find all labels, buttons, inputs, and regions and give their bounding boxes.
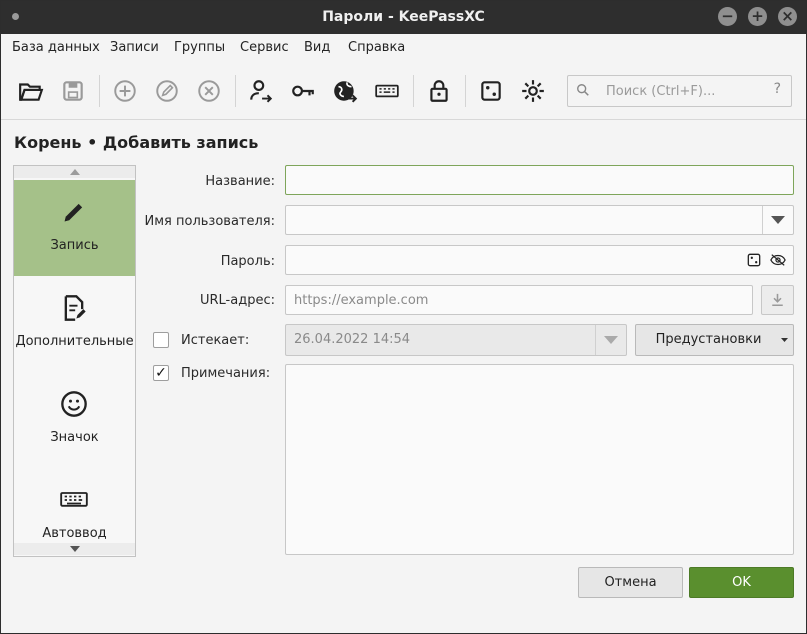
generate-password-icon[interactable]	[747, 253, 761, 271]
title-bar: Пароли - KeePassXC − + ×	[1, 1, 806, 34]
expires-checkbox[interactable]	[153, 332, 169, 348]
url-field[interactable]	[285, 285, 753, 315]
menu-bar: База данных Записи Группы Сервис Вид Спр…	[1, 34, 806, 62]
add-entry-icon	[109, 75, 141, 107]
menu-groups[interactable]: Группы	[174, 40, 225, 55]
chevron-down-icon	[771, 216, 785, 224]
expires-dropdown-button	[595, 325, 626, 355]
minimize-icon[interactable]: −	[718, 7, 737, 26]
notes-checkbox[interactable]: ✓	[153, 365, 169, 381]
presets-button[interactable]: Предустановки	[635, 324, 794, 356]
search-help-icon[interactable]: ?	[774, 81, 781, 97]
download-favicon-button	[761, 285, 794, 315]
username-input[interactable]	[294, 211, 755, 229]
password-field[interactable]	[285, 245, 794, 275]
url-label: URL-адрес:	[200, 293, 275, 308]
sidebar-scroll-down[interactable]	[14, 543, 135, 555]
edit-entry-icon	[151, 75, 183, 107]
password-generator-icon[interactable]	[475, 75, 507, 107]
pencil-icon	[64, 203, 83, 222]
lock-database-icon[interactable]	[423, 75, 455, 107]
ok-button[interactable]: OK	[689, 567, 794, 598]
password-label: Пароль:	[220, 254, 275, 269]
search-icon	[576, 83, 590, 101]
copy-password-icon	[287, 75, 319, 107]
menu-database[interactable]: База данных	[12, 40, 100, 55]
notes-label: Примечания:	[181, 366, 271, 381]
username-label: Имя пользователя:	[144, 214, 275, 229]
settings-icon[interactable]	[517, 75, 549, 107]
sidebar-item-label: Значок	[50, 430, 99, 445]
title-field[interactable]	[285, 165, 794, 195]
presets-label: Предустановки	[655, 332, 762, 347]
cancel-button[interactable]: Отмена	[578, 567, 683, 598]
sidebar-item-entry[interactable]: Запись	[14, 180, 135, 276]
download-icon	[772, 293, 783, 307]
maximize-icon[interactable]: +	[748, 7, 767, 26]
toolbar: ?	[1, 65, 806, 117]
keyboard-icon	[60, 492, 88, 507]
title-label: Название:	[205, 174, 275, 189]
password-input[interactable]	[294, 251, 733, 269]
add-entry-window: Пароли - KeePassXC − + × База данных Зап…	[0, 0, 807, 634]
toggle-password-visibility-icon[interactable]	[770, 253, 786, 271]
sidebar-item-label: Запись	[50, 238, 99, 253]
notes-field[interactable]	[285, 364, 794, 555]
entry-sidebar: Запись Дополнительные Значок Автоввод	[13, 165, 136, 557]
close-icon[interactable]: ×	[778, 7, 797, 26]
search-input[interactable]	[604, 80, 768, 102]
copy-username-icon	[245, 75, 277, 107]
sidebar-item-label: Дополнительные	[15, 334, 134, 349]
copy-url-icon	[329, 75, 361, 107]
autotype-icon	[371, 75, 403, 107]
expires-datetime-field	[285, 324, 627, 356]
chevron-down-icon	[604, 336, 618, 344]
menu-entries[interactable]: Записи	[110, 40, 159, 55]
delete-entry-icon	[193, 75, 225, 107]
sidebar-scroll-up[interactable]	[14, 166, 135, 178]
sidebar-item-advanced[interactable]: Дополнительные	[14, 276, 135, 372]
username-field[interactable]	[285, 205, 794, 235]
menu-view[interactable]: Вид	[304, 40, 330, 55]
search-box: ?	[567, 75, 792, 107]
menu-tools[interactable]: Сервис	[240, 40, 289, 55]
expires-datetime-input	[294, 330, 618, 348]
title-input[interactable]	[294, 171, 785, 189]
open-database-icon[interactable]	[15, 75, 47, 107]
notes-textarea[interactable]	[292, 371, 787, 548]
sidebar-item-label: Автоввод	[42, 526, 107, 541]
document-edit-icon	[64, 295, 86, 321]
username-dropdown-button[interactable]	[762, 206, 793, 234]
url-input[interactable]	[294, 291, 744, 309]
expires-label: Истекает:	[181, 333, 250, 348]
save-database-icon	[57, 75, 89, 107]
smiley-icon	[61, 391, 87, 417]
page-title: Корень • Добавить запись	[14, 133, 259, 152]
window-title: Пароли - KeePassXC	[322, 9, 485, 25]
menu-help[interactable]: Справка	[348, 40, 405, 55]
chevron-down-icon	[781, 338, 788, 342]
sidebar-item-icon[interactable]: Значок	[14, 372, 135, 468]
